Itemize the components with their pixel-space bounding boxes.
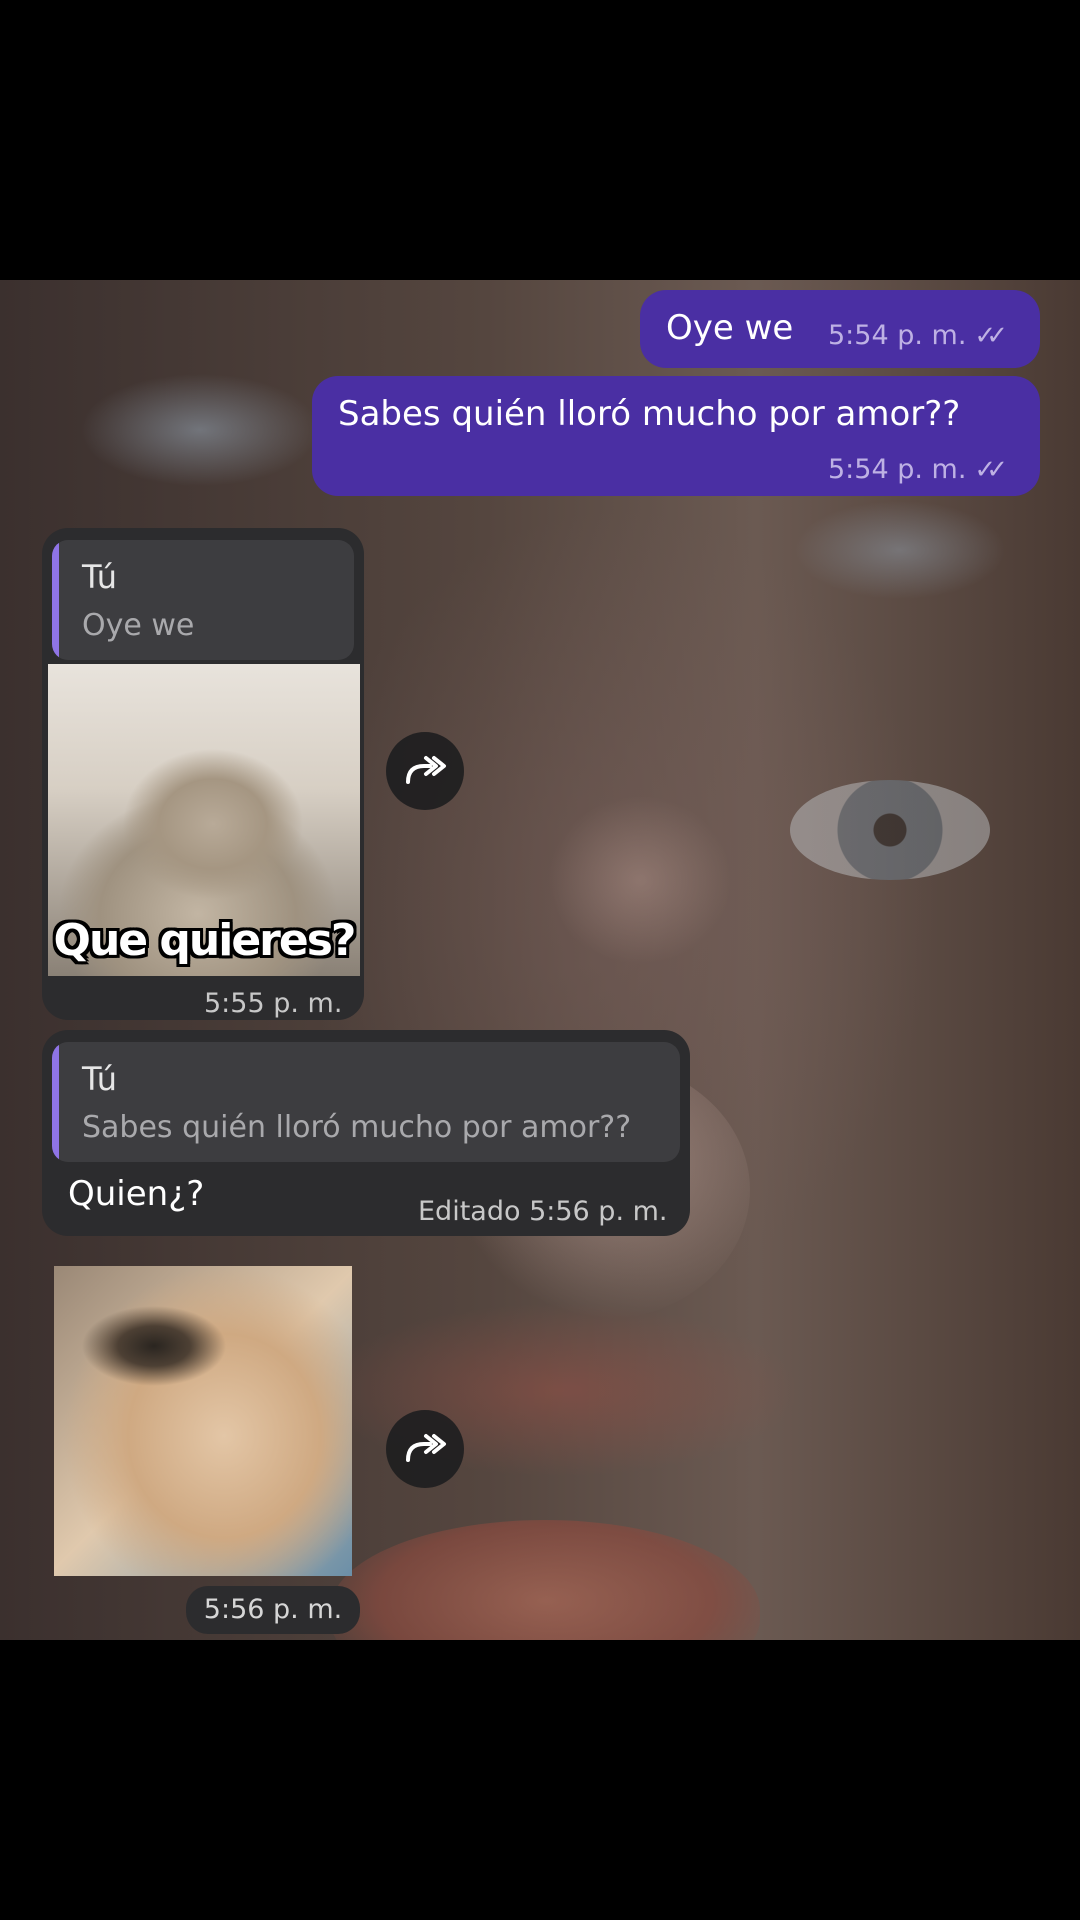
message-text: Sabes quién lloró mucho por amor?? [338, 394, 961, 434]
forward-arrow-icon [406, 1434, 446, 1462]
outgoing-message[interactable]: Oye we 5:54 p. m. ✓✓ [640, 290, 1040, 368]
forward-button[interactable] [386, 1410, 464, 1488]
message-text: Oye we [666, 308, 794, 348]
reply-accent-bar [52, 540, 59, 660]
sticker-caption: Que quieres? [53, 915, 357, 966]
message-time: 5:54 p. m. [828, 320, 967, 351]
reply-text: Oye we [82, 608, 195, 643]
reply-accent-bar [52, 1042, 59, 1162]
screen: Oye we 5:54 p. m. ✓✓ Sabes quién lloró mu… [0, 0, 1080, 1920]
message-meta: Editado 5:56 p. m. [418, 1196, 668, 1227]
message-time: 5:55 p. m. [204, 988, 343, 1019]
double-check-icon: ✓✓ [974, 455, 1007, 485]
reply-author: Tú [82, 1060, 117, 1098]
edited-label: Editado [418, 1196, 521, 1227]
letterbox-top [0, 0, 1080, 280]
reply-author: Tú [82, 558, 117, 596]
reply-text: Sabes quién lloró mucho por amor?? [82, 1110, 632, 1145]
double-check-icon: ✓✓ [974, 321, 1007, 351]
message-time: 5:54 p. m. [828, 454, 967, 485]
message-time-pill: 5:56 p. m. [186, 1586, 360, 1634]
forward-arrow-icon [406, 756, 446, 784]
message-meta: 5:54 p. m. ✓✓ [828, 320, 1008, 351]
message-time: 5:56 p. m. [203, 1594, 343, 1625]
message-meta: 5:54 p. m. ✓✓ [828, 454, 1008, 485]
quoted-reply[interactable]: Tú Sabes quién lloró mucho por amor?? [52, 1042, 680, 1162]
outgoing-message[interactable]: Sabes quién lloró mucho por amor?? 5:54 … [312, 376, 1040, 496]
incoming-message[interactable]: Tú Sabes quién lloró mucho por amor?? Qu… [42, 1030, 690, 1236]
message-text: Quien¿? [68, 1174, 205, 1214]
message-time: 5:56 p. m. [529, 1196, 668, 1227]
quoted-reply[interactable]: Tú Oye we [52, 540, 354, 660]
sticker-image-cat-closeup[interactable] [54, 1266, 352, 1576]
wallpaper-eye-right [790, 780, 990, 880]
letterbox-bottom [0, 1640, 1080, 1920]
sticker-image-cat[interactable]: Que quieres? [48, 664, 360, 976]
forward-button[interactable] [386, 732, 464, 810]
